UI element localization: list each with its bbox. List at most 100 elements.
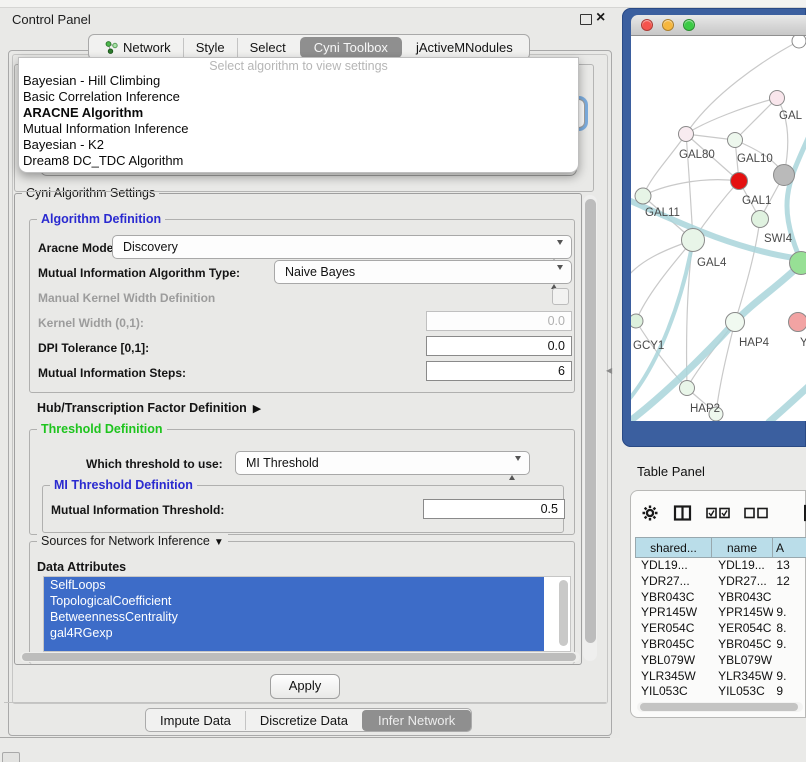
network-node[interactable] [774, 165, 795, 186]
table-row[interactable]: YDR27...YDR27...12 [635, 574, 806, 590]
network-node[interactable] [631, 314, 643, 328]
mi-threshold-field[interactable]: 0.5 [423, 499, 565, 519]
table-cell: YBR043C [712, 590, 773, 606]
tab-label: Select [250, 40, 286, 55]
collapsed-panel-button[interactable] [2, 752, 20, 762]
split-pane-handle[interactable]: ◀ [606, 366, 612, 375]
tab-label: Network [123, 40, 171, 55]
network-node[interactable] [726, 313, 745, 332]
dropdown-item[interactable]: Bayesian - K2 [19, 137, 578, 153]
table-row[interactable]: YLR345WYLR345W9. [635, 669, 806, 685]
network-node[interactable] [680, 381, 695, 396]
aracne-mode-value: Discovery [123, 240, 178, 254]
close-icon[interactable]: × [596, 9, 605, 27]
window-close-button[interactable] [641, 19, 653, 31]
which-threshold-combobox[interactable]: MI Threshold [235, 451, 530, 475]
kernel-width-label: Kernel Width (0,1): [38, 316, 144, 330]
table-row[interactable]: YBR045CYBR045C9. [635, 637, 806, 653]
bottom-tab-discretize-data[interactable]: Discretize Data [245, 711, 362, 730]
table-row[interactable]: YER054CYER054C8. [635, 621, 806, 637]
dropdown-item[interactable]: Mutual Information Inference [19, 121, 578, 137]
network-node[interactable] [792, 36, 806, 48]
control-panel: Control Panel × NetworkStyleSelectCyni T… [0, 8, 620, 738]
network-node[interactable] [789, 313, 806, 332]
kernel-width-field[interactable]: 0.0 [426, 311, 572, 331]
column-header[interactable]: shared... [635, 537, 712, 558]
attribute-list-item[interactable]: BetweennessCentrality [44, 609, 544, 625]
tab-network[interactable]: Network [93, 38, 183, 57]
table-cell: YPR145W [712, 605, 773, 621]
table-cell: YIL053C [635, 684, 712, 699]
network-edge-highlighted [769, 386, 806, 421]
attribute-list-item[interactable]: TopologicalCoefficient [44, 593, 544, 609]
deselect-all-icon[interactable] [744, 506, 768, 524]
network-node[interactable] [728, 133, 743, 148]
network-node[interactable] [752, 211, 769, 228]
attribute-list-item[interactable]: gal4RGexp [44, 625, 544, 641]
data-attributes-list[interactable]: SelfLoopsTopologicalCoefficientBetweenne… [43, 576, 571, 652]
network-node[interactable] [635, 188, 651, 204]
table-cell: YBR045C [635, 637, 712, 653]
network-node[interactable] [682, 229, 705, 252]
mi-steps-field[interactable]: 6 [426, 361, 572, 381]
table-row[interactable]: YIL053CYIL053C9 [635, 684, 806, 699]
tab-style[interactable]: Style [183, 38, 237, 57]
table-toolbar [641, 501, 805, 529]
apply-button[interactable]: Apply [270, 674, 340, 699]
mi-type-combobox[interactable]: Naive Bayes [274, 260, 572, 284]
attribute-list-item[interactable] [44, 641, 544, 652]
attributes-scrollbar[interactable] [559, 580, 568, 646]
dropdown-items: Bayesian - Hill ClimbingBasic Correlatio… [19, 73, 578, 169]
network-node[interactable] [679, 127, 694, 142]
dropdown-item[interactable]: Dream8 DC_TDC Algorithm [19, 153, 578, 169]
bottom-tab-infer-network[interactable]: Infer Network [362, 710, 471, 731]
divider [4, 702, 606, 703]
node-label: GAL80 [679, 149, 715, 161]
dropdown-item[interactable]: Bayesian - Hill Climbing [19, 73, 578, 89]
bottom-tab-impute-data[interactable]: Impute Data [146, 711, 245, 730]
tab-jactivemnodules[interactable]: jActiveMNodules [404, 38, 525, 57]
attribute-list-item[interactable]: SelfLoops [44, 577, 544, 593]
network-node[interactable] [770, 91, 785, 106]
aracne-mode-combobox[interactable]: Discovery [112, 235, 572, 259]
tab-select[interactable]: Select [237, 38, 298, 57]
hub-definition-toggle[interactable]: Hub/Transcription Factor Definition▶ [37, 401, 261, 415]
gear-icon[interactable] [641, 504, 659, 527]
manual-kernel-checkbox[interactable] [552, 288, 569, 305]
table-row[interactable]: YPR145WYPR145W9. [635, 605, 806, 621]
mi-threshold-title: MI Threshold Definition [50, 478, 197, 492]
network-canvas[interactable]: GALGAL80GAL10GAL1GAL11SWI4GAL4GCY1HAP4YH… [631, 36, 806, 421]
tab-cyni-toolbox[interactable]: Cyni Toolbox [300, 37, 402, 58]
settings-vertical-scrollbar[interactable] [583, 195, 597, 661]
dropdown-item[interactable]: ARACNE Algorithm [19, 105, 578, 121]
table-row[interactable]: YBR043CYBR043C [635, 590, 806, 606]
table-cell [773, 653, 806, 669]
network-node[interactable] [731, 173, 748, 190]
table-cell: YDR27... [712, 574, 773, 590]
table-cell: YDL19... [635, 558, 712, 574]
node-table[interactable]: shared...nameA YDL19...YDL19...13YDR27..… [635, 537, 806, 699]
table-cell: 9. [773, 605, 806, 621]
float-icon[interactable] [580, 14, 592, 25]
table-row[interactable]: YDL19...YDL19...13 [635, 558, 806, 574]
column-header[interactable]: name [712, 537, 773, 558]
scrollbar-thumb[interactable] [22, 653, 576, 661]
dpi-tolerance-field[interactable]: 0.0 [426, 336, 572, 356]
window-minimize-button[interactable] [662, 19, 674, 31]
settings-horizontal-scrollbar[interactable] [20, 652, 580, 662]
table-row[interactable]: YBL079WYBL079W [635, 653, 806, 669]
threshold-definition-group: Threshold Definition Which threshold to … [29, 429, 575, 535]
network-window-titlebar[interactable] [631, 15, 806, 36]
split-columns-icon[interactable] [673, 504, 692, 527]
mi-threshold-group: MI Threshold Definition Mutual Informati… [42, 485, 564, 533]
column-header[interactable]: A [773, 537, 806, 558]
table-horizontal-scrollbar[interactable] [637, 702, 803, 712]
window-zoom-button[interactable] [683, 19, 695, 31]
dropdown-item[interactable]: Basic Correlation Inference [19, 89, 578, 105]
table-cell: 9. [773, 669, 806, 685]
scrollbar-thumb[interactable] [585, 199, 596, 643]
scrollbar-thumb[interactable] [640, 703, 798, 711]
mi-type-value: Naive Bayes [285, 265, 355, 279]
table-cell: YDR27... [635, 574, 712, 590]
select-all-icon[interactable] [706, 506, 730, 524]
